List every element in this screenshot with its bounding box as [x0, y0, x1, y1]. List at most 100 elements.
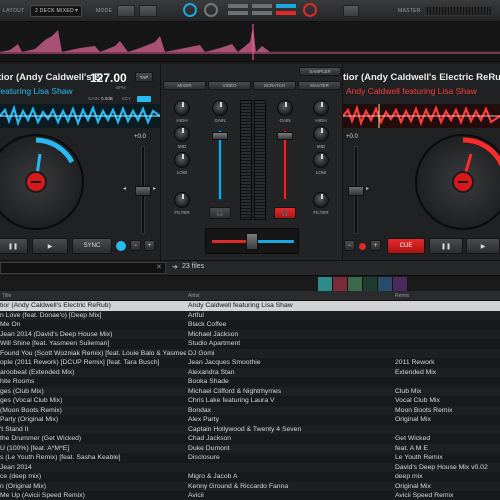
track-title-cell: Party (Original Mix) [0, 416, 59, 423]
table-row[interactable]: Found You (Scott Wozniak Remix) [feat. L… [0, 348, 500, 358]
cover-art-2[interactable] [333, 277, 347, 291]
right-filter-knob[interactable] [313, 192, 329, 208]
left-cue-button[interactable]: ❚❚ [0, 238, 28, 254]
left-pitch-nudge-right-icon[interactable]: ▸ [153, 185, 156, 192]
mode-button-1[interactable] [117, 5, 135, 17]
column-artist[interactable]: Artist [188, 293, 199, 299]
crossfader-right-fill [256, 240, 294, 243]
table-row[interactable]: hite Rooms Booka Shade [0, 377, 500, 387]
left-minus-button[interactable]: − [130, 240, 141, 251]
headphones-icon: 🎧 [281, 210, 289, 217]
table-row[interactable]: s (Le Youth Remix) [feat. Sasha Keable] D… [0, 453, 500, 463]
table-row[interactable]: 't Stand It Captain Hollywood & Twenty 4 … [0, 424, 500, 434]
right-pitch-slider[interactable] [348, 186, 364, 196]
track-artist-cell: Studio Apartment [188, 340, 241, 347]
tab-video[interactable]: VIDEO [208, 81, 251, 90]
left-headphone-button[interactable]: 🎧 [209, 207, 231, 219]
right-headphone-button[interactable]: 🎧 [274, 207, 296, 219]
right-pause-button[interactable]: ❚❚ [429, 238, 463, 254]
left-eq-mid-knob[interactable] [174, 126, 190, 142]
layout-label: LAYOUT [3, 8, 25, 14]
right-waveform[interactable] [343, 104, 500, 128]
right-eq-low-knob[interactable] [313, 152, 329, 168]
table-row[interactable]: ges (Club Mix) Michael Clifford & Nightrh… [0, 386, 500, 396]
table-row[interactable]: ople (2011 Rework) [DCUP Remix] [feat. T… [0, 358, 500, 368]
right-play-button[interactable]: ▶ [466, 238, 500, 254]
tab-master[interactable]: MASTER [298, 81, 341, 90]
table-row[interactable]: Jean 2014 David's Deep House Mix v0.02 [0, 462, 500, 472]
left-filter-knob[interactable] [174, 192, 190, 208]
track-artist-cell: Alex Party [188, 416, 219, 423]
track-title-cell: 't Stand It [0, 425, 29, 433]
table-row[interactable]: U (100%) [feat. A*M*E] Duke Dumont feat. A… [0, 443, 500, 453]
left-sync-button[interactable]: SYNC [72, 238, 112, 254]
settings-button[interactable] [343, 5, 359, 17]
cover-art-6[interactable] [393, 277, 407, 291]
right-minus-button[interactable]: − [344, 240, 355, 251]
crossfader-handle[interactable] [246, 233, 258, 250]
left-plus-button[interactable]: + [144, 240, 155, 251]
table-row[interactable]: Jean 2014 (David's Deep House Mix) Michae… [0, 329, 500, 339]
sampler-button[interactable]: SAMPLER [299, 67, 341, 76]
table-row[interactable]: ce (deep mix) Migro & Jacob A deep mix [0, 472, 500, 482]
table-row[interactable]: the Drummer (Get Wicked) Chad Jackson Get … [0, 434, 500, 444]
headphones-icon: 🎧 [216, 210, 224, 217]
table-row[interactable]: Me On Black Coffee [0, 320, 500, 330]
left-loop-icon[interactable] [116, 241, 126, 251]
right-eq-high-knob[interactable] [313, 100, 329, 116]
table-row[interactable]: Party (Original Mix) Alex Party Original M… [0, 415, 500, 425]
column-title[interactable]: Title [2, 293, 11, 299]
left-play-button[interactable]: ▶ [32, 238, 68, 254]
left-eq-high-knob[interactable] [174, 100, 190, 116]
cover-art-3[interactable] [348, 277, 362, 291]
right-vu-meter [254, 100, 266, 220]
cover-art-5[interactable] [378, 277, 392, 291]
track-remix-cell: feat. A M E [395, 444, 428, 452]
right-eq-mid-knob[interactable] [313, 126, 329, 142]
tap-button[interactable]: TAP [135, 72, 153, 82]
track-artist-cell: Alexandra Stan [188, 368, 235, 376]
mode-button-2[interactable] [139, 5, 157, 17]
left-key-indicator [137, 96, 151, 102]
table-row[interactable]: aroobeat (Extended Mix) Alexandra Stan Ext… [0, 367, 500, 377]
tab-mixer[interactable]: MIXER [163, 81, 206, 90]
right-gain-knob[interactable] [277, 100, 293, 116]
cover-art-1[interactable] [318, 277, 332, 291]
track-list: tior (Andy Caldwell's Electric ReRub) And… [0, 301, 500, 500]
plus-icon: + [373, 242, 378, 249]
right-pitch-nudge-icon[interactable]: ▸ [366, 185, 369, 192]
sync-right-icon[interactable] [303, 3, 317, 17]
left-gain-knob[interactable] [212, 100, 228, 116]
left-track-artist: featuring Lisa Shaw [0, 86, 73, 96]
track-title-cell: Jean 2014 (David's Deep House Mix) [0, 330, 113, 338]
mode-label: MODE [96, 8, 113, 14]
layout-select[interactable]: 2 DECK MIXED ▾ [30, 5, 82, 17]
left-waveform[interactable] [0, 104, 160, 128]
waveform-overview[interactable] [0, 22, 500, 62]
right-plus-button[interactable]: + [370, 240, 381, 251]
left-channel-fader[interactable] [212, 132, 228, 140]
right-cue-button[interactable]: CUE [387, 238, 425, 254]
left-pitch-slider[interactable] [135, 186, 151, 196]
table-row[interactable]: n Love (feat. Donae'o) [Deep Mix] Artful [0, 310, 500, 320]
rec-icon[interactable] [204, 3, 218, 17]
table-row[interactable]: Will Shine [feat. Yasmeen Sulieman] Studi… [0, 339, 500, 349]
sync-left-icon[interactable] [183, 3, 197, 17]
cover-art-4[interactable] [363, 277, 377, 291]
column-remix[interactable]: Remix [395, 293, 409, 299]
right-channel-fader[interactable] [277, 132, 293, 140]
tab-scratch[interactable]: SCRATCH [253, 81, 296, 90]
right-loop-icon[interactable] [359, 243, 366, 250]
track-title-cell: Me Up (Avicii Speed Remix) [0, 492, 85, 499]
close-icon[interactable]: ✕ [156, 263, 162, 271]
table-row[interactable]: tior (Andy Caldwell's Electric ReRub) And… [0, 301, 500, 311]
left-pitch-nudge-left-icon[interactable]: ◂ [123, 185, 126, 192]
table-row[interactable]: (Moon Boots Remix) Bondax Moon Boots Remix [0, 405, 500, 415]
search-input[interactable] [0, 262, 166, 274]
left-eq-low-knob[interactable] [174, 152, 190, 168]
table-row[interactable]: ges (Vocal Club Mix) Chris Lake featuring… [0, 396, 500, 406]
table-row[interactable]: Me Up (Avicii Speed Remix) Avicii Avicii S… [0, 491, 500, 500]
table-row[interactable]: n (Original Mix) Kenny Ground & Riccardo … [0, 481, 500, 491]
pause-icon: ❚❚ [440, 243, 452, 250]
crossfader-curve-bar-3 [252, 4, 272, 8]
